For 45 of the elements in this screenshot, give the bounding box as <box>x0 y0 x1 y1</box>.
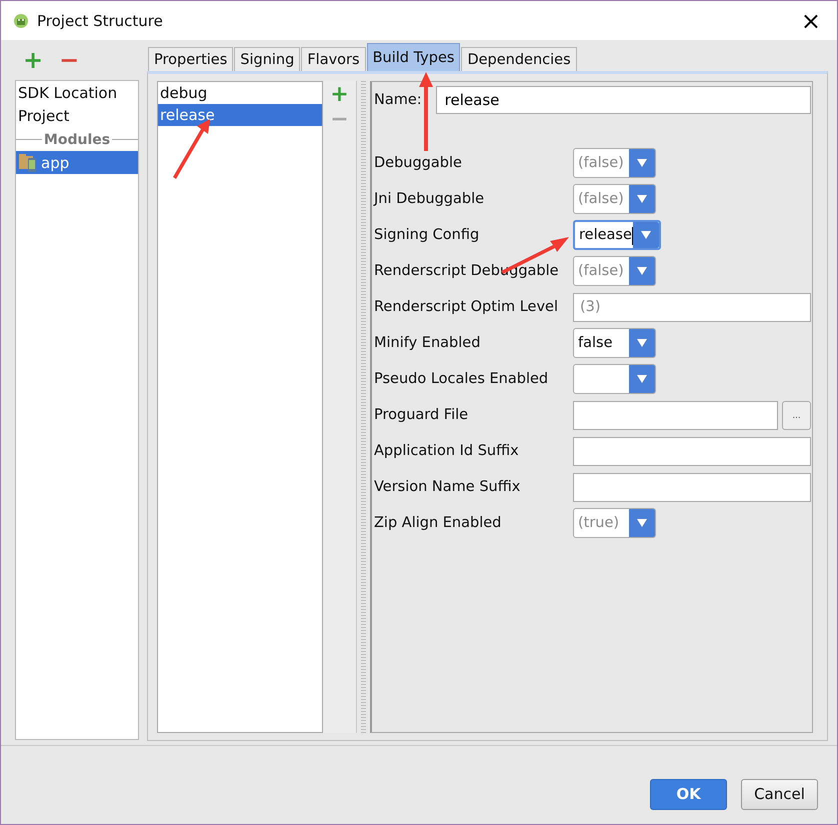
caret-icon <box>637 375 647 383</box>
ok-button[interactable]: OK <box>650 778 727 810</box>
browse-button[interactable]: ... <box>782 400 811 430</box>
caret-icon <box>637 267 647 275</box>
field-label: Renderscript Debuggable <box>374 263 560 279</box>
sidebar-item[interactable]: Project <box>16 104 138 127</box>
caret-icon <box>637 519 647 527</box>
list-item[interactable]: debug <box>158 82 322 104</box>
caret-icon <box>637 195 647 203</box>
tab[interactable]: Dependencies <box>461 47 577 71</box>
sidebar-item[interactable]: SDK Location <box>16 81 138 104</box>
tab[interactable]: Build Types <box>366 43 460 71</box>
caret-icon <box>641 231 651 239</box>
name-field[interactable]: release <box>436 86 811 114</box>
text-field[interactable] <box>573 472 811 502</box>
text-field[interactable] <box>573 400 778 430</box>
caret-icon <box>637 339 647 347</box>
field-label: Proguard File <box>374 407 470 423</box>
field-label: Signing Config <box>374 227 480 243</box>
list-item[interactable]: release <box>158 104 322 126</box>
tab[interactable]: Signing <box>234 47 300 71</box>
text-field[interactable]: (3) <box>573 292 811 322</box>
annotation-arrow <box>173 119 210 179</box>
close-button[interactable]: × <box>796 8 825 32</box>
field-label: Version Name Suffix <box>374 479 522 495</box>
dropdown[interactable]: false <box>573 328 656 358</box>
dropdown[interactable]: release <box>573 220 661 250</box>
field-label: Minify Enabled <box>374 335 482 351</box>
tab[interactable]: Flavors <box>301 47 366 71</box>
field-label: Application Id Suffix <box>374 443 520 459</box>
dropdown[interactable] <box>573 364 656 394</box>
folder-phone-icon <box>18 152 37 172</box>
app-icon <box>13 12 31 30</box>
caret-icon <box>637 159 647 167</box>
text-field[interactable] <box>573 436 811 466</box>
field-label: Jni Debuggable <box>374 191 486 207</box>
window-title: Project Structure <box>37 12 164 30</box>
field-label: Debuggable <box>374 155 463 171</box>
field-label: Renderscript Optim Level <box>374 299 559 315</box>
sidebar-item[interactable]: app <box>16 151 138 174</box>
tab[interactable]: Properties <box>148 47 234 71</box>
field-label: Pseudo Locales Enabled <box>374 371 550 387</box>
field-label: Name: <box>374 92 422 108</box>
field-label: Zip Align Enabled <box>374 515 502 531</box>
cancel-button[interactable]: Cancel <box>741 778 818 810</box>
